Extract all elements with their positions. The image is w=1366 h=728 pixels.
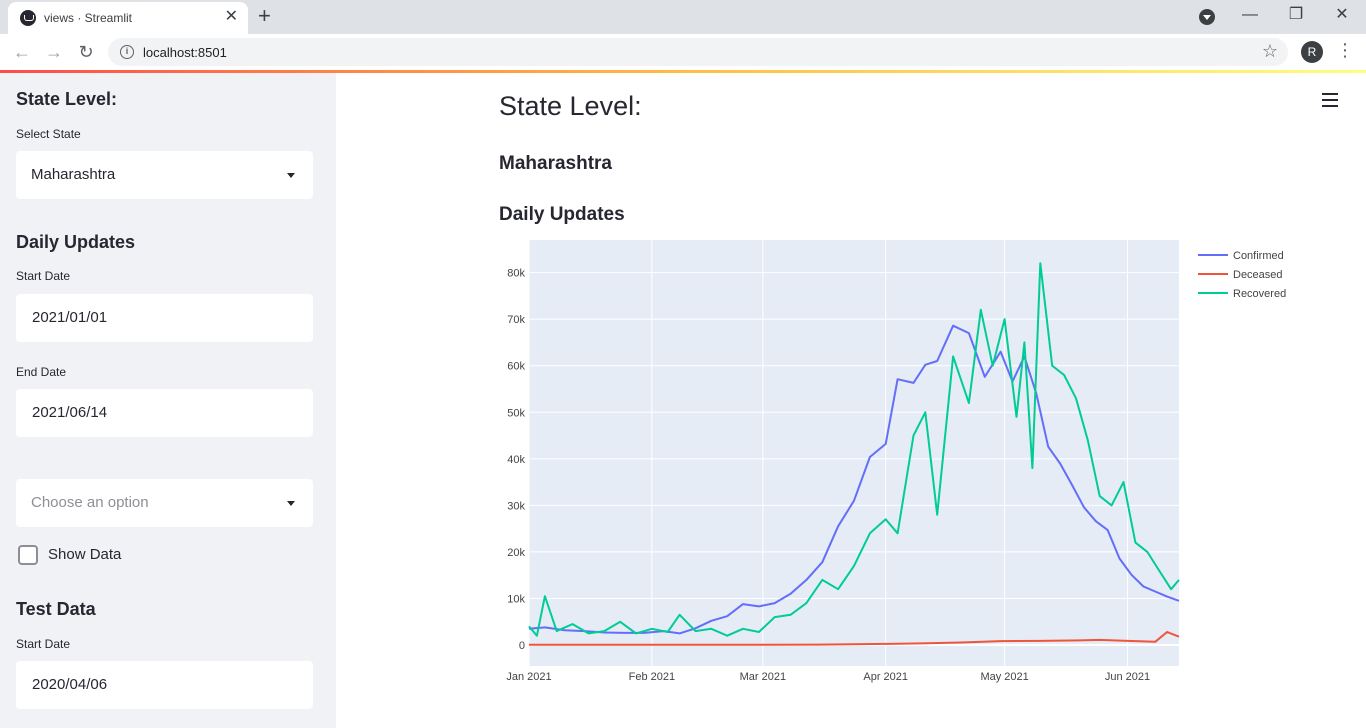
reload-icon[interactable]: ↻ — [74, 40, 98, 64]
y-tick-label: 50k — [507, 407, 525, 419]
select-state-dropdown[interactable]: Maharashtra — [16, 151, 313, 199]
bookmark-star-icon[interactable]: ☆ — [1262, 41, 1278, 62]
legend-label: Recovered — [1233, 288, 1286, 300]
minimize-button[interactable]: — — [1230, 4, 1270, 26]
sidebar-state-heading: State Level: — [16, 89, 118, 109]
sidebar-test-heading: Test Data — [16, 599, 96, 619]
restore-button[interactable]: ❐ — [1276, 4, 1316, 26]
browser-toolbar: ← → ↻ i localhost:8501 ☆ — [0, 34, 1366, 70]
start-date-label: Start Date — [16, 269, 71, 283]
legend-label: Confirmed — [1233, 250, 1284, 262]
y-tick-label: 40k — [507, 454, 525, 466]
browser-tabstrip: views · Streamlit ✕ + — ❐ ✕ — [0, 0, 1366, 34]
page-title: State Level: — [499, 91, 642, 121]
chevron-down-icon — [287, 173, 295, 178]
streamlit-favicon-icon — [20, 10, 36, 26]
profile-avatar[interactable]: R — [1301, 41, 1323, 63]
y-tick-label: 60k — [507, 361, 525, 373]
y-tick-label: 80k — [507, 268, 525, 280]
x-tick-label: Mar 2021 — [740, 671, 786, 683]
browser-tab[interactable]: views · Streamlit ✕ — [8, 2, 248, 34]
hamburger-menu-icon[interactable] — [1322, 93, 1338, 107]
tab-search-icon[interactable] — [1199, 9, 1215, 25]
show-data-checkbox[interactable] — [18, 545, 38, 565]
select-state-value: Maharashtra — [31, 166, 116, 183]
new-tab-button[interactable]: + — [258, 4, 271, 28]
end-date-input[interactable]: 2021/06/14 — [16, 389, 313, 437]
url-text[interactable]: localhost:8501 — [143, 45, 227, 60]
select-state-label: Select State — [16, 127, 81, 141]
forward-arrow-icon[interactable]: → — [42, 40, 66, 64]
legend-label: Deceased — [1233, 269, 1283, 281]
y-tick-label: 70k — [507, 314, 525, 326]
y-tick-label: 30k — [507, 500, 525, 512]
address-bar[interactable]: i localhost:8501 ☆ — [108, 38, 1288, 66]
choose-option-dropdown[interactable]: Choose an option — [16, 479, 313, 527]
y-tick-label: 0 — [519, 640, 525, 652]
test-start-date-label: Start Date — [16, 637, 71, 651]
x-tick-label: May 2021 — [980, 671, 1028, 683]
sidebar-daily-heading: Daily Updates — [16, 232, 136, 252]
daily-updates-heading: Daily Updates — [499, 204, 625, 225]
close-window-button[interactable]: ✕ — [1322, 4, 1362, 26]
x-tick-label: Apr 2021 — [863, 671, 908, 683]
start-date-value: 2021/01/01 — [32, 309, 108, 326]
test-start-date-value: 2020/04/06 — [32, 676, 108, 693]
x-tick-label: Feb 2021 — [629, 671, 675, 683]
tab-title: views · Streamlit — [44, 11, 133, 25]
plot-background — [529, 240, 1179, 666]
x-tick-label: Jan 2021 — [506, 671, 551, 683]
chevron-down-icon — [287, 501, 295, 506]
y-tick-label: 10k — [507, 593, 525, 605]
end-date-value: 2021/06/14 — [32, 404, 108, 421]
close-tab-icon[interactable]: ✕ — [225, 8, 238, 26]
y-tick-label: 20k — [507, 547, 525, 559]
browser-menu-icon[interactable]: ⋮ — [1336, 40, 1354, 61]
end-date-label: End Date — [16, 365, 67, 379]
x-tick-label: Jun 2021 — [1105, 671, 1150, 683]
test-start-date-input[interactable]: 2020/04/06 — [16, 661, 313, 709]
show-data-label[interactable]: Show Data — [48, 546, 121, 563]
info-icon[interactable]: i — [120, 45, 134, 59]
choose-option-placeholder: Choose an option — [31, 494, 149, 511]
state-name-heading: Maharashtra — [499, 153, 612, 174]
back-arrow-icon[interactable]: ← — [10, 40, 34, 64]
daily-updates-chart[interactable]: 0 10k 20k 30k 40k 50k 60k 70k 80k Jan 2021 Feb 202… — [496, 240, 1316, 688]
start-date-input[interactable]: 2021/01/01 — [16, 294, 313, 342]
sidebar: State Level: Select State Maharashtra Da… — [0, 73, 336, 728]
